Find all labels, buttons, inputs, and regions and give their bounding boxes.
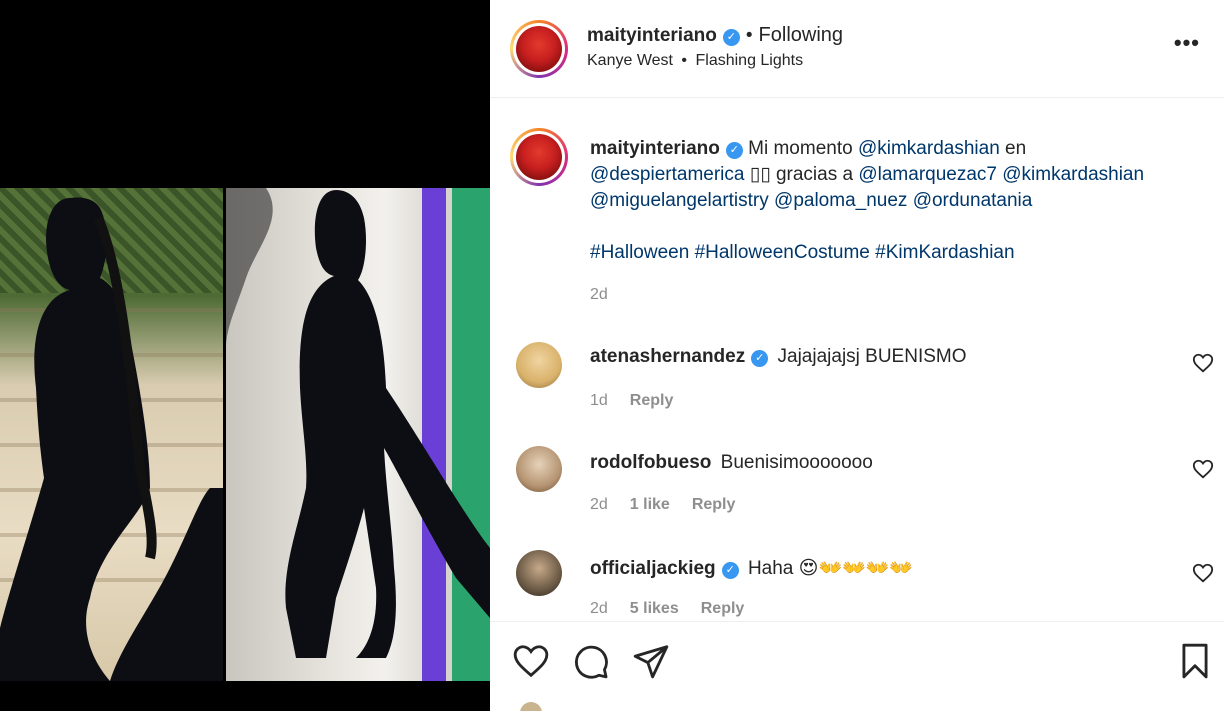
commenter-avatar[interactable] <box>516 446 562 492</box>
action-bar <box>490 621 1224 711</box>
hashtag-links[interactable]: #Halloween #HalloweenCostume #KimKardash… <box>590 242 1015 263</box>
comment-heart-icon[interactable] <box>1192 458 1214 480</box>
verified-icon: ✓ <box>722 29 740 46</box>
verified-icon: ✓ <box>721 562 739 579</box>
separator-dot: • <box>681 52 688 69</box>
comments-panel[interactable]: maityinteriano ✓ Mi momento @kimkardashia… <box>490 98 1224 621</box>
photo-right-studio <box>226 188 490 681</box>
post-media[interactable] <box>0 0 490 711</box>
audio-attribution[interactable]: Kanye West • Flashing Lights <box>587 52 803 70</box>
commenter-username[interactable]: atenashernandez <box>590 346 745 367</box>
comment-text: Jajajajajsj BUENISMO <box>777 346 967 367</box>
commenter-username[interactable]: rodolfobueso <box>590 452 711 473</box>
reply-button[interactable]: Reply <box>630 392 674 409</box>
caption-text: en <box>1005 138 1027 159</box>
caption-emoji: ▯▯ <box>749 164 771 185</box>
verified-icon: ✓ <box>725 142 743 159</box>
mention-link[interactable]: @kimkardashian <box>1002 164 1144 185</box>
more-icon[interactable]: ••• <box>1174 30 1200 56</box>
mention-link[interactable]: @ordunatania <box>913 190 1033 211</box>
comment-text: Buenisimooooooo <box>720 452 873 473</box>
verified-icon: ✓ <box>751 350 769 367</box>
separator-dot: • <box>745 25 753 46</box>
audio-artist[interactable]: Kanye West <box>587 52 673 69</box>
following-button[interactable]: Following <box>759 24 843 46</box>
commenter-avatar[interactable] <box>516 550 562 596</box>
mention-link[interactable]: @despiertamerica <box>590 164 744 185</box>
bookmark-icon[interactable] <box>1176 642 1214 680</box>
audio-track[interactable]: Flashing Lights <box>695 52 803 69</box>
mention-link[interactable]: @paloma_nuez <box>774 190 907 211</box>
caption-username[interactable]: maityinteriano <box>590 138 720 159</box>
comment-timestamp[interactable]: 2d <box>590 496 608 513</box>
caption-avatar[interactable] <box>510 128 568 186</box>
comment-likes[interactable]: 1 like <box>630 496 670 513</box>
commenter-username[interactable]: officialjackieg <box>590 558 716 579</box>
comment-heart-icon[interactable] <box>1192 562 1214 584</box>
comment-likes[interactable]: 5 likes <box>630 600 679 617</box>
author-username[interactable]: maityinteriano <box>587 25 717 46</box>
reply-button[interactable]: Reply <box>701 600 745 617</box>
comment-timestamp[interactable]: 2d <box>590 600 608 617</box>
mention-link[interactable]: @lamarquezac7 <box>858 164 997 185</box>
post-caption: maityinteriano ✓ Mi momento @kimkardashia… <box>590 136 1200 266</box>
photo-left-met-gala <box>0 188 223 681</box>
comment-icon[interactable] <box>572 642 610 680</box>
mention-link[interactable]: @miguelangelartistry <box>590 190 769 211</box>
comment-timestamp[interactable]: 1d <box>590 392 608 409</box>
heart-icon[interactable] <box>512 642 550 680</box>
post-header: maityinteriano ✓ • Following Kanye West • F… <box>490 0 1224 98</box>
commenter-avatar[interactable] <box>516 342 562 388</box>
caption-text: Mi momento <box>748 138 853 159</box>
comment-text: Haha 😍👐👐👐👐 <box>747 558 914 579</box>
caption-text: gracias a <box>775 164 854 185</box>
mention-link[interactable]: @kimkardashian <box>858 138 1000 159</box>
comment-heart-icon[interactable] <box>1192 352 1214 374</box>
author-avatar[interactable] <box>510 20 568 78</box>
caption-timestamp[interactable]: 2d <box>590 286 608 304</box>
reply-button[interactable]: Reply <box>692 496 736 513</box>
figure-silhouette-right <box>226 188 490 658</box>
share-icon[interactable] <box>632 642 670 680</box>
figure-silhouette-left <box>0 197 223 681</box>
